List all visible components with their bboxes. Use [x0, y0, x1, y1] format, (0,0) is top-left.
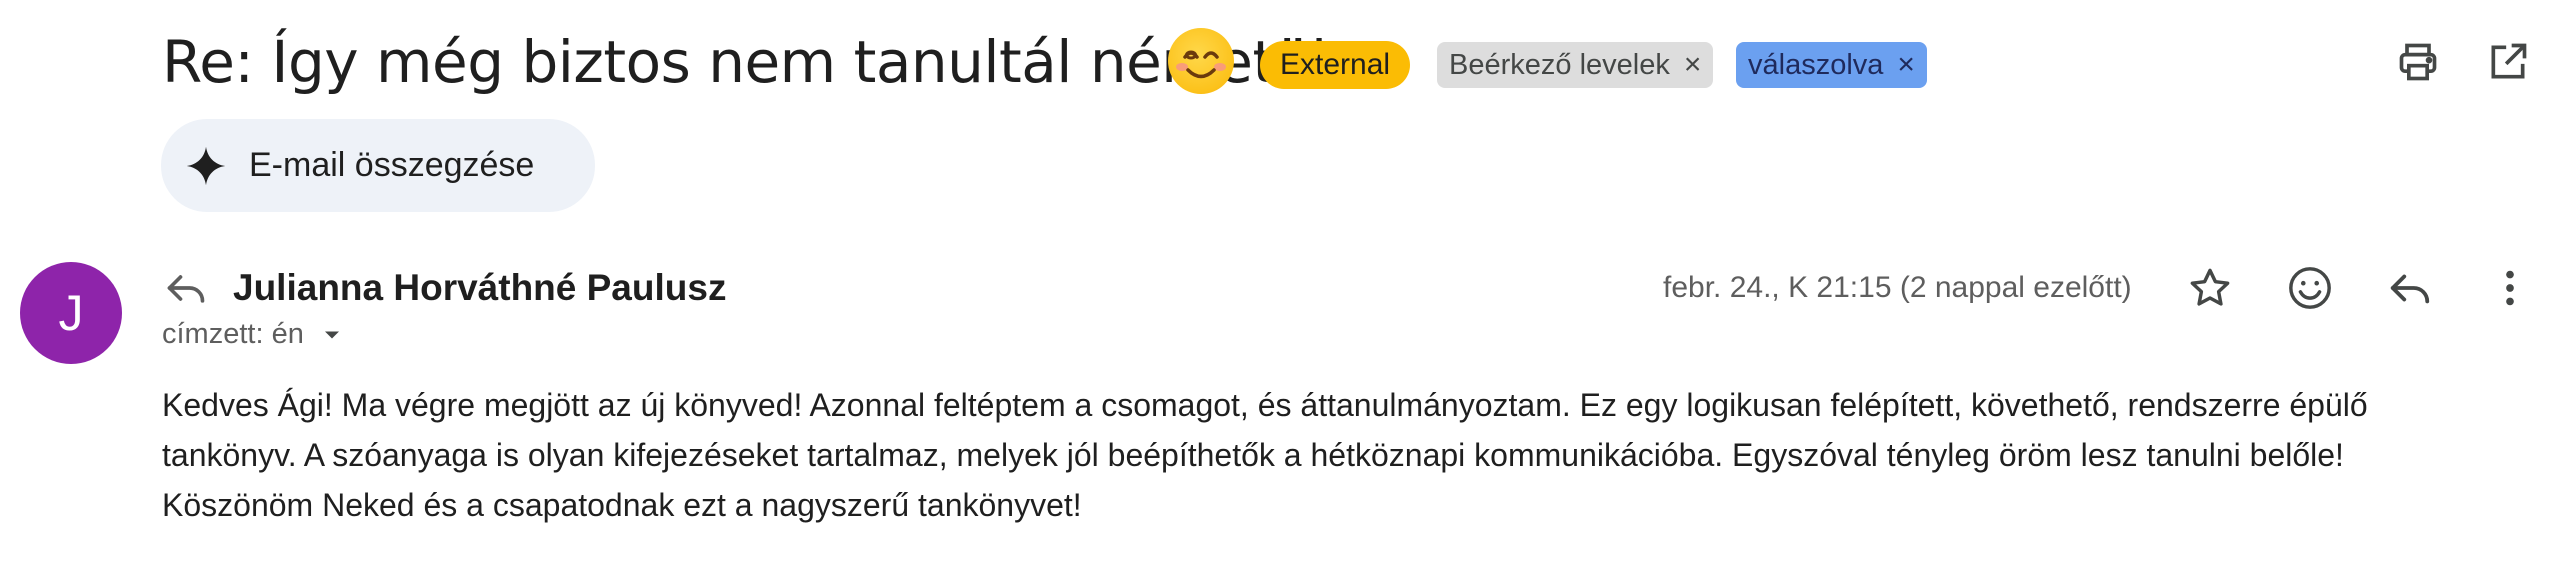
remove-label-inbox-icon[interactable]: ×: [1684, 50, 1702, 80]
star-button[interactable]: [2180, 258, 2240, 318]
avatar-letter: J: [58, 285, 84, 341]
chevron-down-icon[interactable]: [318, 321, 346, 349]
emoji-reaction-icon: [2289, 267, 2331, 309]
summarize-email-label: E-mail összegzése: [249, 146, 535, 184]
recipient-details[interactable]: címzett: én: [162, 318, 346, 351]
label-replied[interactable]: válaszolva ×: [1736, 42, 1927, 88]
open-in-new-window-button[interactable]: [2482, 36, 2534, 88]
smiling-face-emoji-icon: [1168, 28, 1234, 94]
label-external[interactable]: External: [1260, 41, 1411, 89]
more-options-button[interactable]: [2480, 258, 2540, 318]
add-reaction-button[interactable]: [2280, 258, 2340, 318]
message-body: Kedves Ági! Ma végre megjött az új könyv…: [162, 380, 2492, 530]
remove-label-replied-icon[interactable]: ×: [1897, 50, 1915, 80]
print-button[interactable]: [2392, 36, 2444, 88]
body-line: Kedves Ági! Ma végre megjött az új könyv…: [162, 387, 2368, 423]
open-in-new-window-icon: [2491, 43, 2527, 79]
summarize-email-button[interactable]: E-mail összegzése: [161, 119, 595, 212]
replied-indicator-icon: [164, 266, 208, 310]
label-inbox-text: Beérkező levelek: [1449, 48, 1670, 81]
email-subject: Re: Így még biztos nem tanultál németül: [162, 28, 1327, 96]
message-date: febr. 24., K 21:15 (2 nappal ezelőtt): [1663, 271, 2132, 304]
star-icon: [2190, 268, 2230, 306]
print-icon: [2399, 43, 2437, 81]
sparkle-icon: [186, 146, 226, 185]
label-inbox[interactable]: Beérkező levelek ×: [1437, 42, 1714, 88]
reply-icon: [2390, 274, 2430, 304]
label-external-text: External: [1280, 48, 1391, 81]
recipient-text: címzett: én: [162, 318, 304, 350]
reply-button[interactable]: [2380, 258, 2440, 318]
avatar[interactable]: J: [20, 262, 122, 364]
more-vertical-icon: [2506, 270, 2514, 306]
sender-name[interactable]: Julianna Horváthné Paulusz: [233, 262, 726, 314]
body-line: tankönyv. A szóanyaga is olyan kifejezés…: [162, 437, 2344, 473]
body-line: Köszönöm Neked és a csapatodnak ezt a na…: [162, 487, 1082, 523]
label-replied-text: válaszolva: [1748, 48, 1884, 81]
